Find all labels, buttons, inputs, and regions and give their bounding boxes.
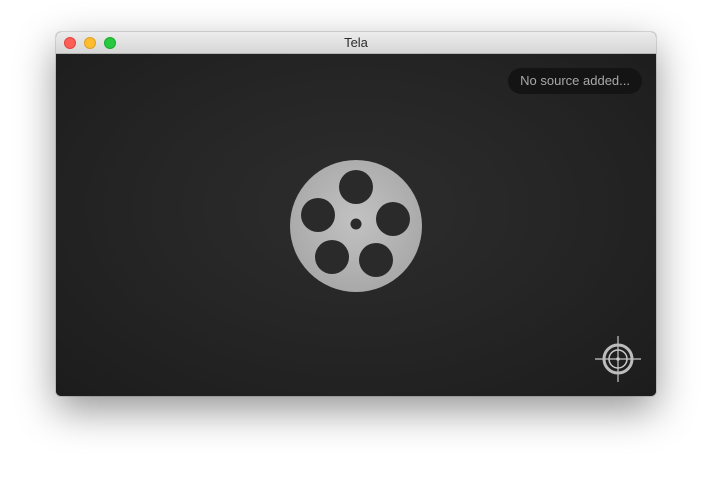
film-reel-icon <box>290 160 422 292</box>
window-title: Tela <box>344 35 368 50</box>
source-status-badge[interactable]: No source added... <box>508 68 642 94</box>
title-bar[interactable]: Tela <box>56 32 656 54</box>
crosshair-icon[interactable] <box>595 336 641 382</box>
video-canvas: No source added... <box>56 54 656 396</box>
app-window: Tela No source added... <box>56 32 656 396</box>
